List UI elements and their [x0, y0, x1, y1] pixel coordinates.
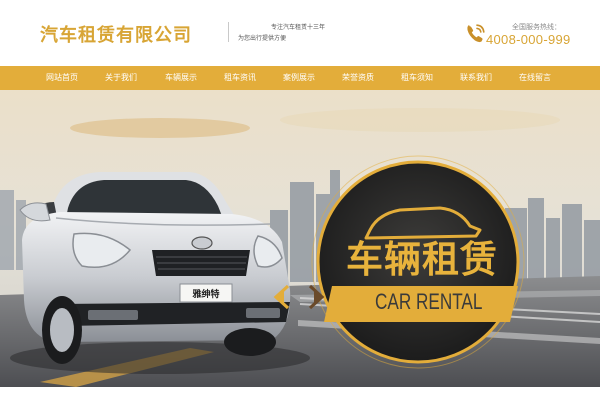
- banner-title-cn: 车辆租赁: [346, 238, 498, 281]
- banner-scene: [0, 90, 600, 387]
- site-header: 汽车租赁有限公司 专注汽车租赁十三年 为您出行提供方便 全国服务热线： 4008…: [0, 0, 600, 66]
- nav-item-honors[interactable]: 荣誉资质: [342, 66, 374, 90]
- nav-item-home[interactable]: 网站首页: [46, 66, 78, 90]
- prev-slide-arrow-icon[interactable]: [272, 284, 290, 310]
- banner-title-en: CAR RENTAL: [375, 289, 483, 314]
- hotline-label: 全国服务热线：: [512, 23, 561, 31]
- hero-banner[interactable]: 车辆租赁 CAR RENTAL: [0, 90, 600, 387]
- nav-item-cases[interactable]: 案例展示: [283, 66, 315, 90]
- slogan-line-1: 专注汽车租赁十三年: [271, 24, 326, 31]
- header-divider: [228, 22, 229, 42]
- nav-item-message[interactable]: 在线留言: [519, 66, 551, 90]
- nav-item-about[interactable]: 关于我们: [105, 66, 137, 90]
- phone-icon: [467, 24, 485, 43]
- hotline-number[interactable]: 4008-000-999: [486, 32, 571, 47]
- main-nav: 网站首页 关于我们 车辆展示 租车资讯 案例展示 荣誉资质 租车须知 联系我们 …: [0, 66, 600, 90]
- car-plate-text: 雅绅特: [192, 290, 220, 300]
- next-slide-arrow-icon[interactable]: [308, 284, 326, 310]
- company-logo[interactable]: 汽车租赁有限公司: [40, 21, 192, 47]
- nav-item-vehicles[interactable]: 车辆展示: [165, 66, 197, 90]
- nav-item-contact[interactable]: 联系我们: [460, 66, 492, 90]
- bottom-strip: [0, 387, 600, 407]
- nav-item-notice[interactable]: 租车须知: [401, 66, 433, 90]
- slogan-line-2: 为您出行提供方便: [238, 35, 287, 42]
- nav-item-news[interactable]: 租车资讯: [224, 66, 256, 90]
- slogan: 专注汽车租赁十三年 为您出行提供方便: [238, 22, 325, 44]
